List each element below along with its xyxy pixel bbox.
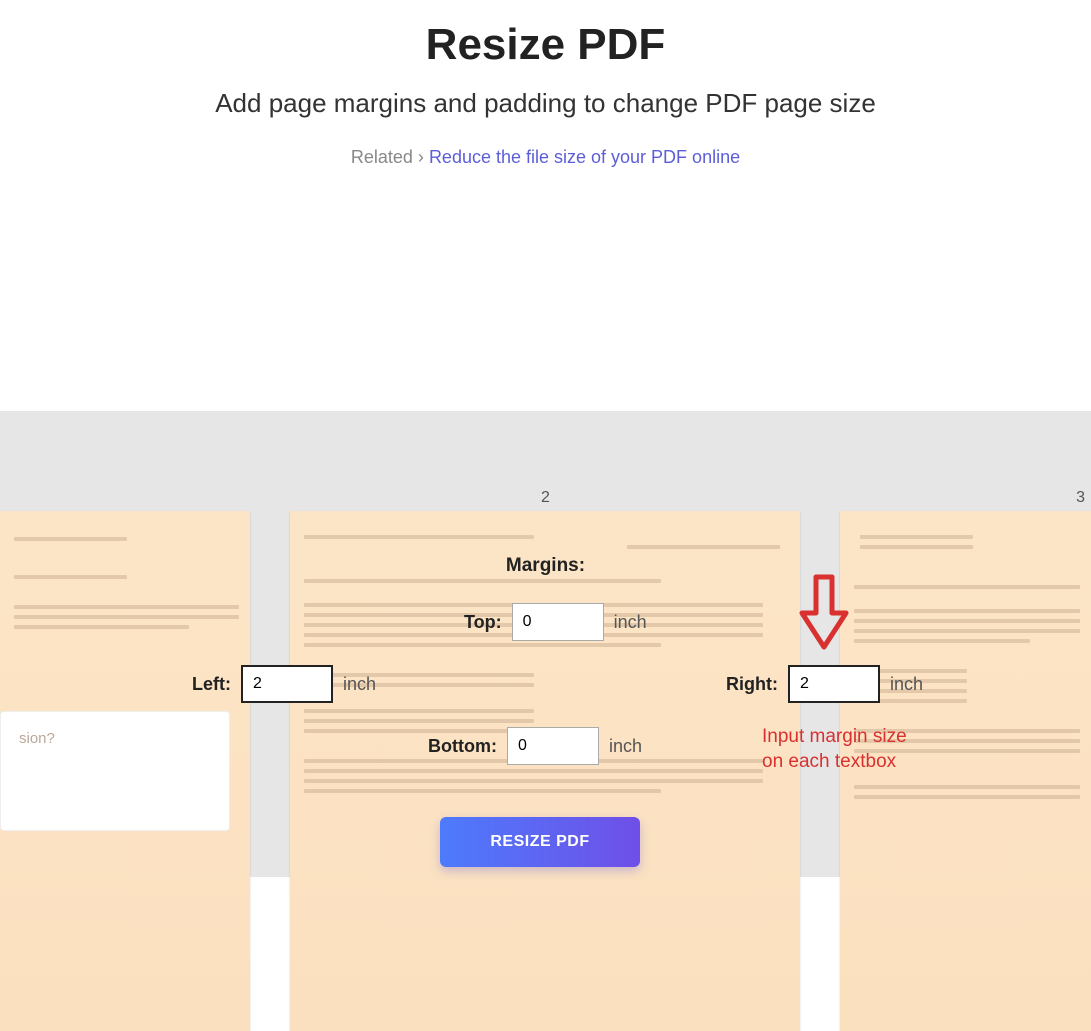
page-title: Resize PDF [0,20,1091,70]
left-unit: inch [343,674,376,695]
bottom-unit: inch [609,736,642,757]
top-label: Top: [464,612,502,633]
right-unit: inch [890,674,923,695]
annotation-arrow-icon [798,573,850,656]
bottom-input[interactable] [507,727,599,765]
page-number-2: 2 [541,489,550,507]
page-number-3: 3 [1076,489,1085,507]
related-link[interactable]: Reduce the file size of your PDF online [429,147,740,167]
annotation-line2: on each textbox [762,750,907,775]
left-input[interactable] [241,665,333,703]
right-input[interactable] [788,665,880,703]
annotation-line1: Input margin size [762,725,907,750]
right-label: Right: [726,674,778,695]
top-input[interactable] [512,603,604,641]
top-unit: inch [614,612,647,633]
margins-heading: Margins: [506,555,585,577]
related-prefix: Related › [351,147,424,167]
annotation-text: Input margin size on each textbox [762,725,907,774]
page-subtitle: Add page margins and padding to change P… [0,88,1091,119]
bottom-label: Bottom: [428,736,497,757]
preview-stage: 2 3 sion? [0,411,1091,877]
left-label: Left: [192,674,231,695]
resize-button[interactable]: RESIZE PDF [440,817,640,867]
